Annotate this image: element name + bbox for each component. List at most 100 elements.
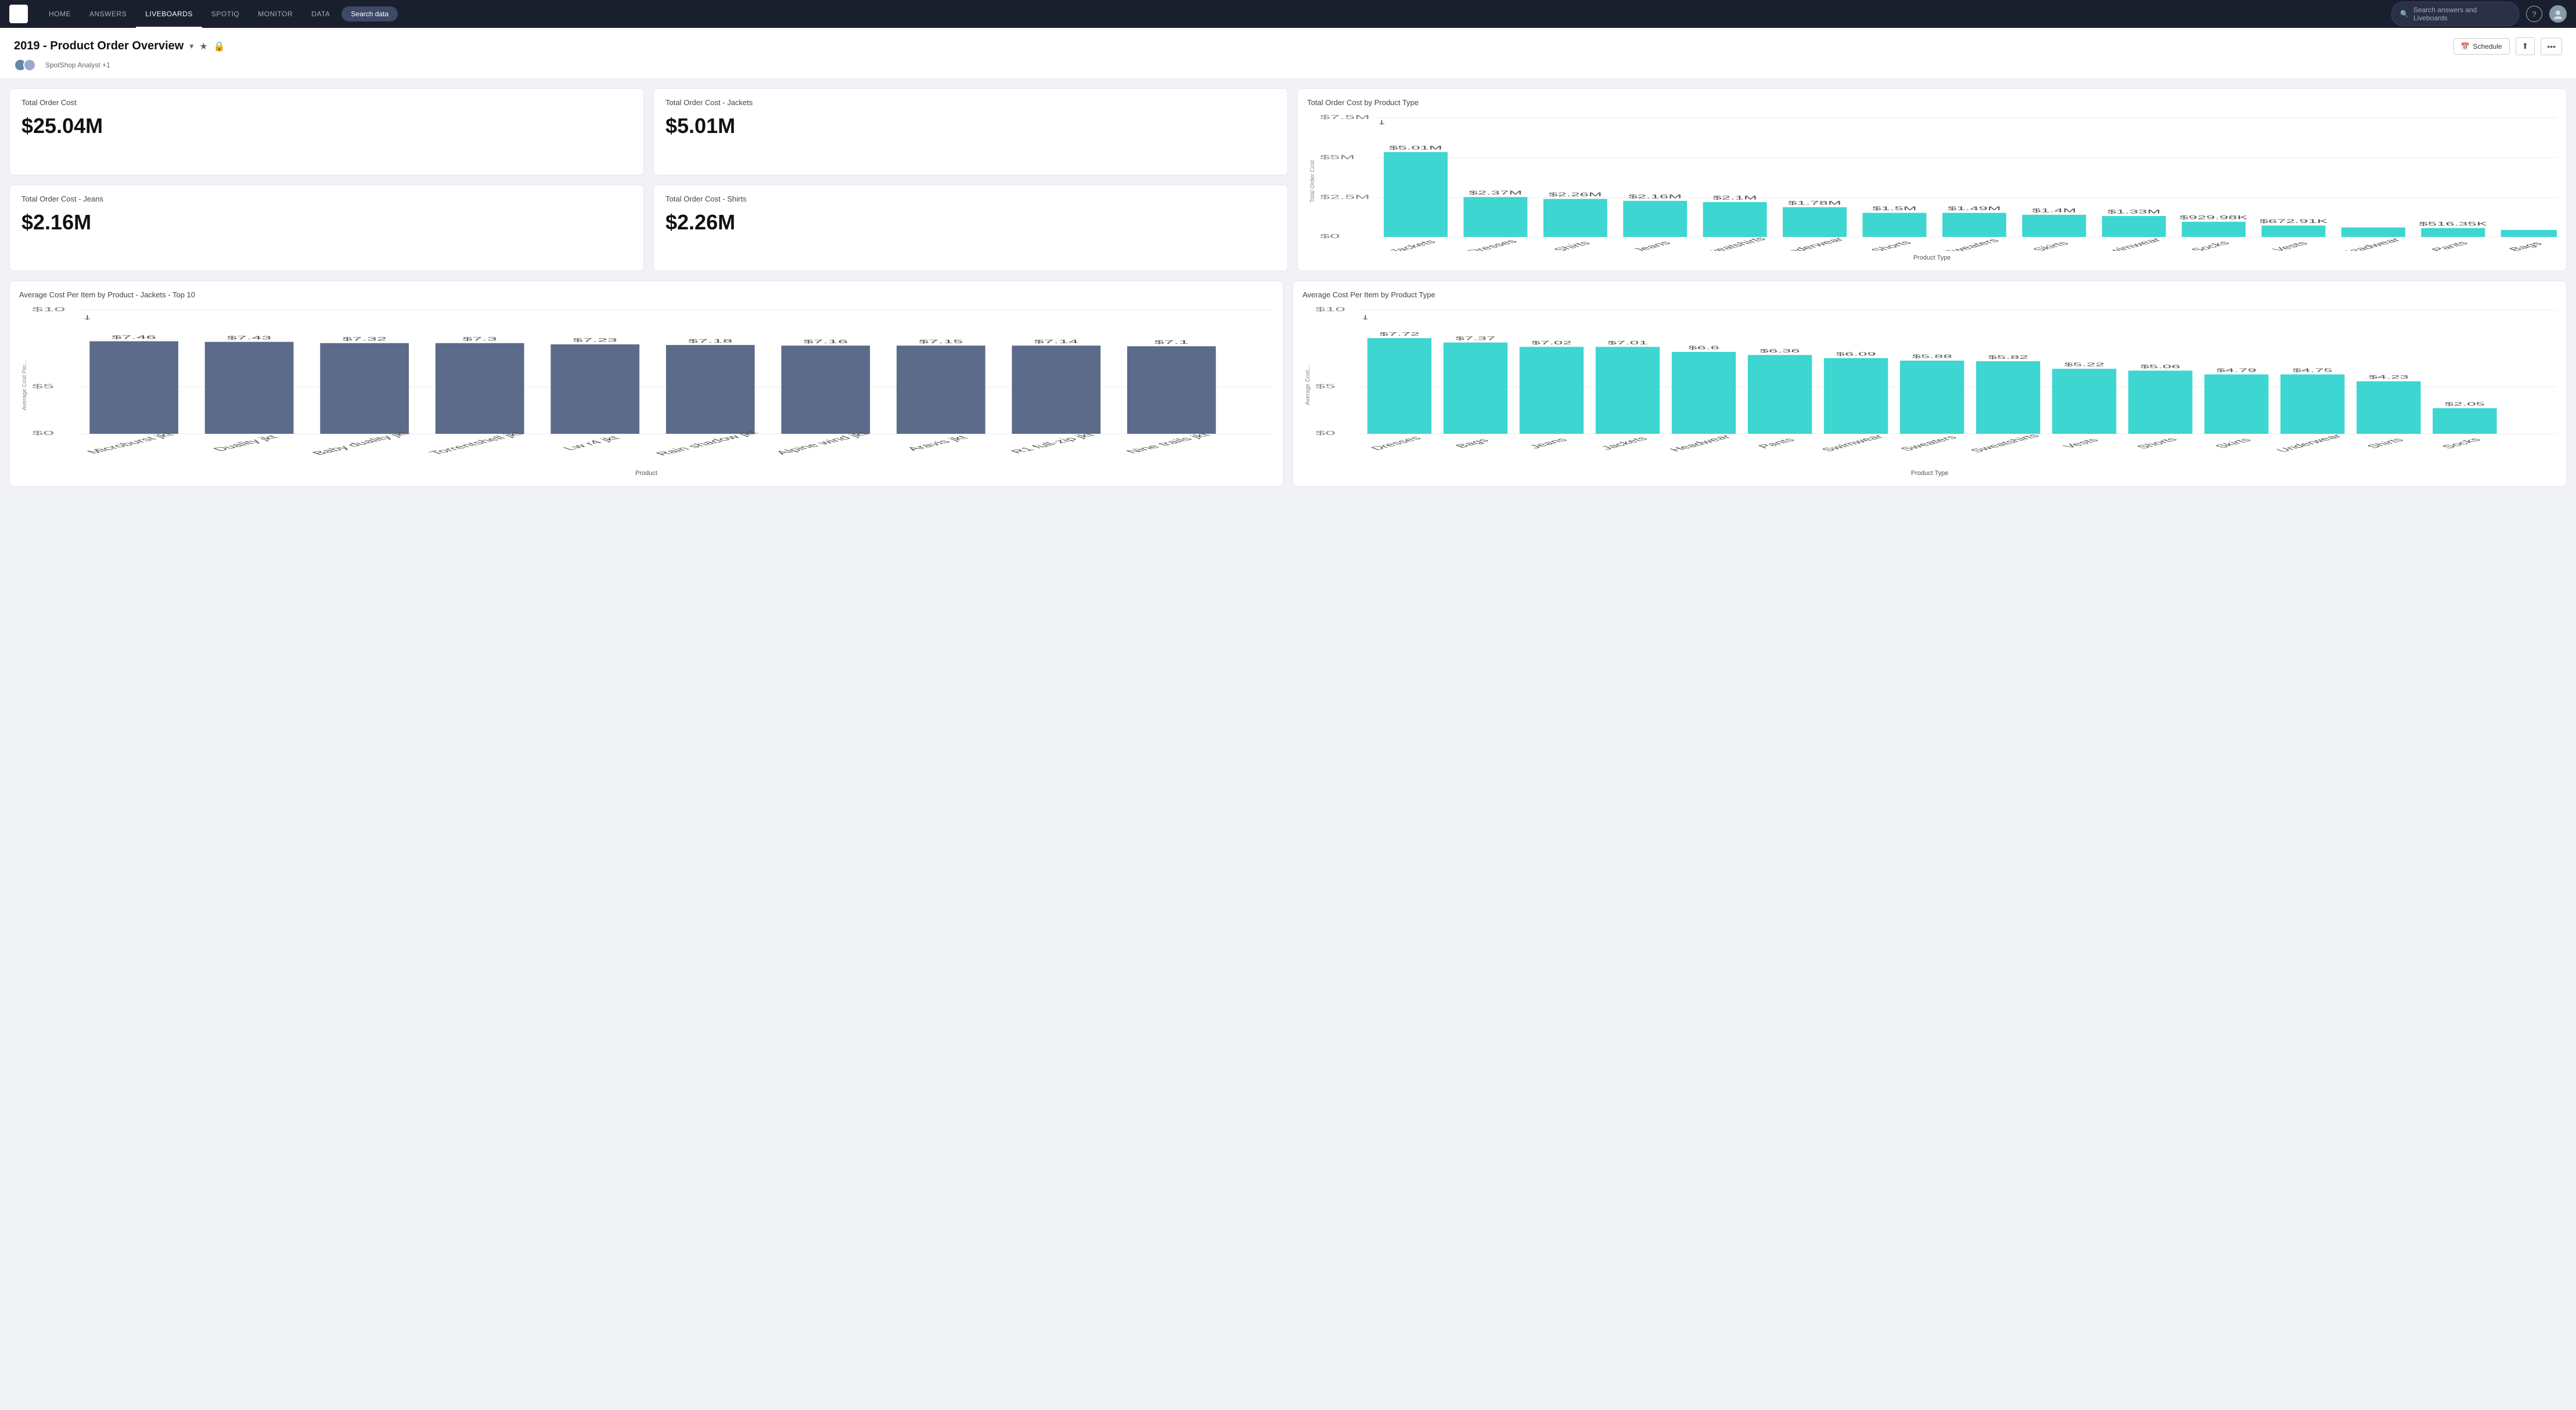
svg-text:$2.16M: $2.16M bbox=[1628, 194, 1682, 199]
search-placeholder: Search answers and Liveboards bbox=[2413, 6, 2510, 22]
svg-text:$7.3: $7.3 bbox=[463, 336, 497, 342]
top-navigation: HOME ANSWERS LIVEBOARDS SPOTIQ MONITOR D… bbox=[0, 0, 2576, 28]
svg-text:$1.5M: $1.5M bbox=[1872, 206, 1916, 211]
svg-text:Shirts: Shirts bbox=[1551, 240, 1593, 251]
shirts-label: Total Order Cost - Shirts bbox=[665, 195, 1276, 203]
svg-text:$4.75: $4.75 bbox=[2293, 368, 2333, 373]
svg-text:$2.26M: $2.26M bbox=[1549, 192, 1602, 197]
app-logo[interactable] bbox=[9, 5, 28, 23]
svg-text:Skirts: Skirts bbox=[2212, 437, 2254, 449]
svg-text:$7.37: $7.37 bbox=[1455, 336, 1495, 341]
favorite-icon[interactable]: ★ bbox=[199, 41, 207, 52]
svg-text:Microburst jkt: Microburst jkt bbox=[84, 431, 178, 455]
jeans-label: Total Order Cost - Jeans bbox=[21, 195, 632, 203]
nav-monitor[interactable]: MONITOR bbox=[249, 0, 302, 28]
svg-text:$4.23: $4.23 bbox=[2369, 375, 2409, 380]
bottom-row: Average Cost Per Item by Product - Jacke… bbox=[9, 280, 2567, 487]
svg-text:↓: ↓ bbox=[81, 313, 94, 321]
svg-text:$0: $0 bbox=[32, 430, 54, 437]
svg-text:Torrentshell jkt: Torrentshell jkt bbox=[426, 430, 526, 455]
title-row: 2019 - Product Order Overview ▾ ★ 🔒 📅 Sc… bbox=[14, 37, 2562, 55]
x-axis-label-product-type: Product Type bbox=[1307, 254, 2557, 261]
svg-text:Dresses: Dresses bbox=[1465, 239, 1520, 251]
nav-right: 🔍 Search answers and Liveboards ? bbox=[2391, 2, 2567, 26]
svg-text:Sweaters: Sweaters bbox=[1940, 238, 2002, 251]
svg-text:Sweatshirts: Sweatshirts bbox=[1694, 236, 1769, 251]
product-type-chart-title: Total Order Cost by Product Type bbox=[1307, 98, 2557, 107]
jackets-value: $5.01M bbox=[665, 114, 1276, 138]
svg-text:Jackets: Jackets bbox=[1598, 436, 1651, 451]
product-type-chart: $7.5M $5M $2.5M $0 ↓ bbox=[1320, 111, 2557, 251]
svg-text:$7.01: $7.01 bbox=[1607, 340, 1647, 346]
svg-text:Shirts: Shirts bbox=[2365, 437, 2407, 449]
avg-cost-title: Average Cost Per Item by Product Type bbox=[1303, 290, 2557, 299]
total-order-cost-value: $25.04M bbox=[21, 114, 632, 138]
global-search-box[interactable]: 🔍 Search answers and Liveboards bbox=[2391, 2, 2519, 26]
svg-text:Vests: Vests bbox=[2270, 240, 2311, 251]
more-options-button[interactable]: ••• bbox=[2541, 38, 2562, 55]
svg-text:$5.88: $5.88 bbox=[1912, 354, 1952, 359]
svg-text:Socks: Socks bbox=[2189, 240, 2233, 251]
svg-text:Skirts: Skirts bbox=[2030, 240, 2072, 251]
subtitle-row: SpotShop Analyst +1 bbox=[14, 59, 2562, 71]
jackets-label: Total Order Cost - Jackets bbox=[665, 98, 1276, 107]
help-button[interactable]: ? bbox=[2526, 6, 2542, 22]
svg-text:$7.16: $7.16 bbox=[804, 339, 848, 344]
svg-text:Socks: Socks bbox=[2440, 437, 2484, 449]
nav-items: HOME ANSWERS LIVEBOARDS SPOTIQ MONITOR D… bbox=[39, 0, 2391, 28]
avatar-2 bbox=[23, 59, 36, 71]
top-row: Total Order Cost $25.04M Total Order Cos… bbox=[9, 88, 2567, 271]
total-order-cost-shirts-card: Total Order Cost - Shirts $2.26M bbox=[653, 185, 1288, 272]
svg-text:$0: $0 bbox=[1320, 233, 1340, 239]
svg-text:R1 full-zip jkt: R1 full-zip jkt bbox=[1007, 431, 1098, 454]
title-dropdown-icon[interactable]: ▾ bbox=[189, 41, 193, 51]
nav-home[interactable]: HOME bbox=[39, 0, 80, 28]
total-order-cost-label: Total Order Cost bbox=[21, 98, 632, 107]
svg-text:$5.22: $5.22 bbox=[2064, 362, 2104, 368]
schedule-button[interactable]: 📅 Schedule bbox=[2453, 38, 2510, 55]
jackets-top10-chart-card: Average Cost Per Item by Product - Jacke… bbox=[9, 280, 1283, 487]
svg-text:$5.82: $5.82 bbox=[1988, 355, 2028, 360]
svg-text:$7.43: $7.43 bbox=[227, 335, 271, 341]
jackets-top10-title: Average Cost Per Item by Product - Jacke… bbox=[19, 290, 1273, 299]
share-button[interactable]: ⬆ bbox=[2516, 37, 2535, 55]
search-data-button[interactable]: Search data bbox=[341, 6, 398, 21]
subtitle-text: SpotShop Analyst +1 bbox=[45, 61, 110, 69]
nav-data[interactable]: DATA bbox=[302, 0, 339, 28]
shirts-value: $2.26M bbox=[665, 210, 1276, 235]
svg-text:$10: $10 bbox=[32, 306, 65, 312]
svg-text:Lw r4 jkt: Lw r4 jkt bbox=[560, 435, 624, 451]
svg-text:Duality jkt: Duality jkt bbox=[210, 434, 282, 452]
avg-cost-chart: $10 $5 $0 ↓ $7.72 Dress bbox=[1315, 304, 2557, 466]
nav-liveboards[interactable]: LIVEBOARDS bbox=[136, 0, 202, 28]
svg-text:$7.32: $7.32 bbox=[342, 336, 386, 342]
svg-text:$1.49M: $1.49M bbox=[1948, 206, 2001, 211]
svg-text:Jackets: Jackets bbox=[1387, 239, 1439, 251]
svg-text:$6.09: $6.09 bbox=[1836, 351, 1876, 357]
schedule-label: Schedule bbox=[2473, 42, 2502, 51]
svg-text:$2.37M: $2.37M bbox=[1469, 190, 1523, 196]
svg-text:$10: $10 bbox=[1315, 306, 1345, 312]
y-axis-label-avg: Average Cost... bbox=[1305, 365, 1311, 405]
jackets-top10-svg: $10 $5 $0 ↓ $7.46 Micro bbox=[32, 304, 1273, 466]
svg-text:Alpine wind jkt: Alpine wind jkt bbox=[772, 431, 872, 456]
page-title: 2019 - Product Order Overview bbox=[14, 39, 184, 53]
user-avatar[interactable] bbox=[2549, 5, 2567, 23]
svg-text:↓: ↓ bbox=[1359, 313, 1372, 321]
svg-text:Pants: Pants bbox=[2429, 240, 2471, 251]
nav-spotiq[interactable]: SPOTIQ bbox=[202, 0, 249, 28]
svg-text:Aravis jkt: Aravis jkt bbox=[903, 434, 972, 452]
svg-text:$6.6: $6.6 bbox=[1688, 345, 1719, 350]
svg-text:Vests: Vests bbox=[2061, 437, 2102, 449]
avg-cost-product-type-card: Average Cost Per Item by Product Type Av… bbox=[1293, 280, 2567, 487]
svg-text:Jeans: Jeans bbox=[1527, 437, 1570, 449]
svg-text:↓: ↓ bbox=[1376, 117, 1388, 126]
svg-text:$4.79: $4.79 bbox=[2217, 368, 2257, 373]
metric-pair-right: Total Order Cost - Jackets $5.01M Total … bbox=[653, 88, 1288, 271]
total-order-cost-jackets-card: Total Order Cost - Jackets $5.01M bbox=[653, 88, 1288, 175]
nav-answers[interactable]: ANSWERS bbox=[80, 0, 136, 28]
jeans-value: $2.16M bbox=[21, 210, 632, 235]
svg-text:$7.18: $7.18 bbox=[688, 338, 732, 344]
svg-text:$7.72: $7.72 bbox=[1379, 332, 1419, 337]
svg-text:Sweatshirts: Sweatshirts bbox=[1968, 433, 2042, 454]
